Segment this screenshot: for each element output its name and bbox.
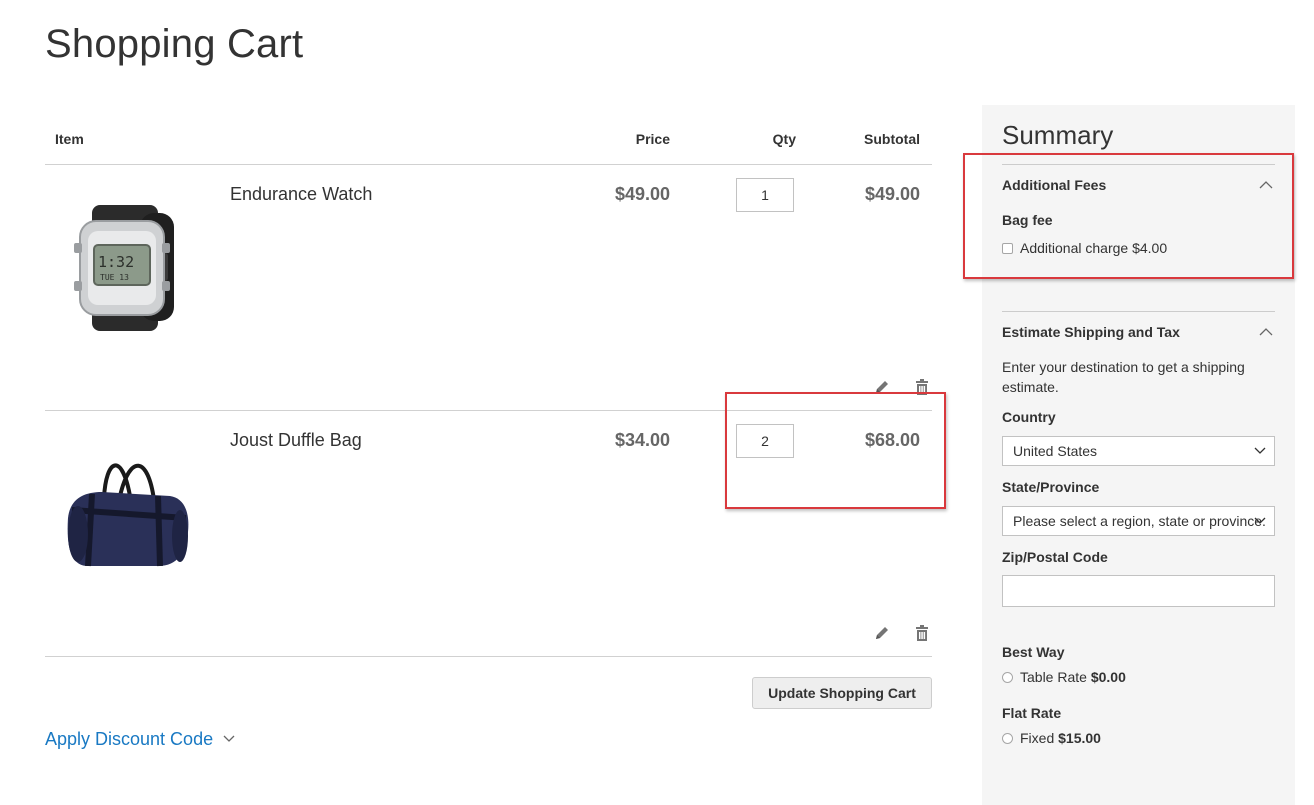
- carrier-best-way: Best Way: [1002, 644, 1065, 660]
- page-title: Shopping Cart: [45, 22, 304, 66]
- estimate-shipping-heading[interactable]: Estimate Shipping and Tax: [1002, 323, 1180, 341]
- svg-text:1:32: 1:32: [98, 253, 134, 271]
- chevron-up-icon[interactable]: [1259, 327, 1273, 337]
- highlight-box-fees: [963, 153, 1294, 279]
- edit-pencil-icon[interactable]: [873, 624, 891, 642]
- product-price: $34.00: [614, 430, 670, 450]
- chevron-down-icon: [1254, 517, 1266, 524]
- state-select[interactable]: Please select a region, state or provinc…: [1002, 506, 1275, 536]
- zip-input[interactable]: [1002, 575, 1275, 607]
- chevron-down-icon: [223, 735, 235, 742]
- flat-rate-amount: $15.00: [1058, 730, 1101, 746]
- country-label: Country: [1002, 409, 1056, 425]
- state-select-value: Please select a region, state or provinc…: [1013, 513, 1266, 529]
- flat-rate-label: Fixed: [1020, 730, 1055, 746]
- summary-divider: [1002, 311, 1275, 312]
- product-name-link[interactable]: Endurance Watch: [230, 182, 372, 206]
- carrier-flat-rate: Flat Rate: [1002, 705, 1062, 721]
- table-header-divider: [45, 164, 932, 165]
- column-header-qty: Qty: [772, 131, 796, 147]
- apply-discount-label: Apply Discount Code: [45, 729, 214, 749]
- wristwatch-image[interactable]: 1:32 TUE 13: [62, 203, 192, 333]
- state-label: State/Province: [1002, 479, 1100, 495]
- highlight-box-qty: [725, 392, 946, 509]
- column-header-price: Price: [635, 131, 670, 147]
- shipping-option-flat-rate[interactable]: Fixed $15.00: [1002, 729, 1101, 747]
- zip-label: Zip/Postal Code: [1002, 549, 1108, 565]
- column-header-item: Item: [55, 131, 84, 147]
- product-name-link[interactable]: Joust Duffle Bag: [230, 428, 362, 452]
- qty-input[interactable]: [736, 178, 794, 212]
- flat-rate-radio[interactable]: [1002, 732, 1013, 744]
- table-rate-amount: $0.00: [1090, 669, 1126, 685]
- country-select-value: United States: [1013, 443, 1098, 459]
- shipping-description: Enter your destination to get a shipping…: [1002, 359, 1245, 395]
- column-header-subtotal: Subtotal: [864, 131, 920, 147]
- summary-title: Summary: [1002, 120, 1114, 150]
- table-rate-label: Table Rate: [1020, 669, 1087, 685]
- svg-text:TUE 13: TUE 13: [100, 273, 129, 282]
- row-divider: [45, 656, 932, 657]
- product-price: $49.00: [614, 184, 670, 204]
- chevron-down-icon: [1254, 447, 1266, 454]
- country-select[interactable]: United States: [1002, 436, 1275, 466]
- trash-icon[interactable]: [913, 624, 931, 642]
- row-subtotal: $49.00: [864, 184, 920, 204]
- duffle-bag-image[interactable]: [62, 448, 192, 578]
- shipping-option-table-rate[interactable]: Table Rate $0.00: [1002, 668, 1126, 686]
- apply-discount-toggle[interactable]: Apply Discount Code: [45, 727, 235, 751]
- update-shopping-cart-button[interactable]: Update Shopping Cart: [752, 677, 932, 709]
- table-rate-radio[interactable]: [1002, 671, 1013, 683]
